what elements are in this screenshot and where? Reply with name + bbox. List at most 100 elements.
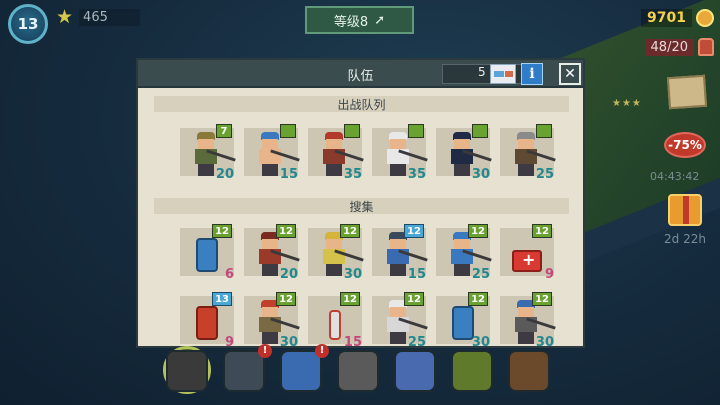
legs-icon: [518, 164, 534, 176]
level-tag: 12: [340, 224, 360, 238]
rank-label: 等级8: [333, 14, 369, 30]
survivor-slot[interactable]: 12 30: [244, 292, 300, 350]
face-icon: [390, 239, 406, 249]
radio-icon[interactable]: [280, 350, 322, 392]
squad-count: 5: [478, 65, 486, 79]
survivor-slot[interactable]: 30: [436, 124, 492, 182]
legs-icon: [518, 332, 534, 344]
alert-badge: !: [258, 344, 272, 358]
tools-icon[interactable]: [394, 350, 436, 392]
survivor-slot[interactable]: 15: [244, 124, 300, 182]
alert-badge: !: [315, 344, 329, 358]
survivor-slot[interactable]: 12 30: [500, 292, 556, 350]
stat-value: 6: [224, 267, 234, 282]
level-tag: [472, 124, 488, 138]
survivor-slot[interactable]: 12 20: [244, 224, 300, 282]
survivor-slot[interactable]: 12 25: [436, 224, 492, 282]
stat-value: 20: [215, 167, 234, 182]
soldier-icon[interactable]: [451, 350, 493, 392]
stat-value: 25: [407, 335, 426, 350]
chest-icon[interactable]: [508, 350, 550, 392]
level-tag: 12: [404, 224, 424, 238]
legs-icon: [326, 264, 342, 276]
level-tag: 12: [212, 224, 232, 238]
stat-value: 9: [544, 267, 554, 282]
level-tag: 12: [532, 224, 552, 238]
survivor-slot[interactable]: 12 25: [372, 292, 428, 350]
survivor-slot[interactable]: 25: [500, 124, 556, 182]
survivor-slot[interactable]: 12 6: [180, 224, 234, 282]
legs-icon: [262, 264, 278, 276]
level-tag: 12: [468, 224, 488, 238]
face-icon: [262, 139, 278, 149]
level-tag: 12: [276, 224, 296, 238]
sale-timer: 04:43:42: [650, 170, 700, 183]
skull-icon[interactable]: [166, 350, 208, 392]
bottle-icon: [329, 310, 341, 340]
gather-section-label: 搜集: [349, 200, 374, 214]
coin-value: 9701: [641, 9, 692, 27]
survivor-slot[interactable]: 12 15: [308, 292, 362, 350]
star-counter: ★ 465: [56, 7, 140, 27]
level-tag: 12: [276, 292, 296, 306]
rank-button[interactable]: 等级8 ➚: [305, 6, 414, 34]
population-counter: 48/20: [620, 37, 714, 57]
stat-value: 35: [343, 167, 362, 182]
survivor-slot[interactable]: 12 9: [500, 224, 554, 282]
survivor-slot[interactable]: 12 30: [436, 292, 490, 350]
face-icon: [390, 307, 406, 317]
gamepad-icon[interactable]: [223, 350, 265, 392]
arrow-up-right-icon: ➚: [374, 12, 386, 28]
coin-icon: [696, 9, 714, 27]
survivor-slot[interactable]: 7 20: [180, 124, 236, 182]
legs-icon: [262, 164, 278, 176]
stat-value: 35: [407, 167, 426, 182]
sale-badge[interactable]: -75%: [664, 132, 706, 158]
terminal-icon[interactable]: [337, 350, 379, 392]
face-icon: [454, 239, 470, 249]
face-icon: [326, 239, 342, 249]
player-level-badge[interactable]: 13: [8, 4, 48, 44]
barrel-blue-icon: [196, 238, 218, 272]
face-icon: [262, 307, 278, 317]
legs-icon: [390, 164, 406, 176]
gift-timer: 2d 22h: [664, 232, 706, 246]
survivor-slot[interactable]: 12 30: [308, 224, 364, 282]
legs-icon: [390, 332, 406, 344]
gift-icon[interactable]: [668, 194, 702, 226]
stat-value: 30: [279, 335, 298, 350]
medkit-icon: [512, 250, 542, 272]
barrel-red-icon: [196, 306, 218, 340]
legs-icon: [454, 264, 470, 276]
survivor-slot[interactable]: 12 15: [372, 224, 428, 282]
survivor-slot[interactable]: 13 9: [180, 292, 234, 350]
face-icon: [326, 139, 342, 149]
level-tag: 7: [216, 124, 232, 138]
legs-icon: [454, 164, 470, 176]
close-button[interactable]: ✕: [559, 63, 581, 85]
coin-counter: 9701: [604, 8, 714, 28]
survivor-slot[interactable]: 35: [372, 124, 428, 182]
level-tag: [280, 124, 296, 138]
stat-value: 15: [407, 267, 426, 282]
population-icon: [698, 38, 714, 56]
star-value: 465: [79, 8, 140, 26]
face-icon: [262, 239, 278, 249]
survivor-slot[interactable]: 35: [308, 124, 364, 182]
face-icon: [390, 139, 406, 149]
legs-icon: [262, 332, 278, 344]
stat-value: 30: [471, 335, 490, 350]
battle-section-label: 出战队列: [337, 98, 386, 112]
stat-value: 30: [471, 167, 490, 182]
level-tag: 13: [212, 292, 232, 306]
side-stars-icon: ★★★: [612, 98, 642, 109]
level-tag: 12: [404, 292, 424, 306]
level-tag: [536, 124, 552, 138]
info-button[interactable]: i: [521, 63, 543, 85]
stat-value: 25: [471, 267, 490, 282]
supply-crate-icon[interactable]: [666, 74, 708, 110]
stat-value: 15: [279, 167, 298, 182]
legs-icon: [390, 264, 406, 276]
legs-icon: [198, 164, 214, 176]
panel-header: 队伍 5 i ✕: [138, 60, 583, 88]
